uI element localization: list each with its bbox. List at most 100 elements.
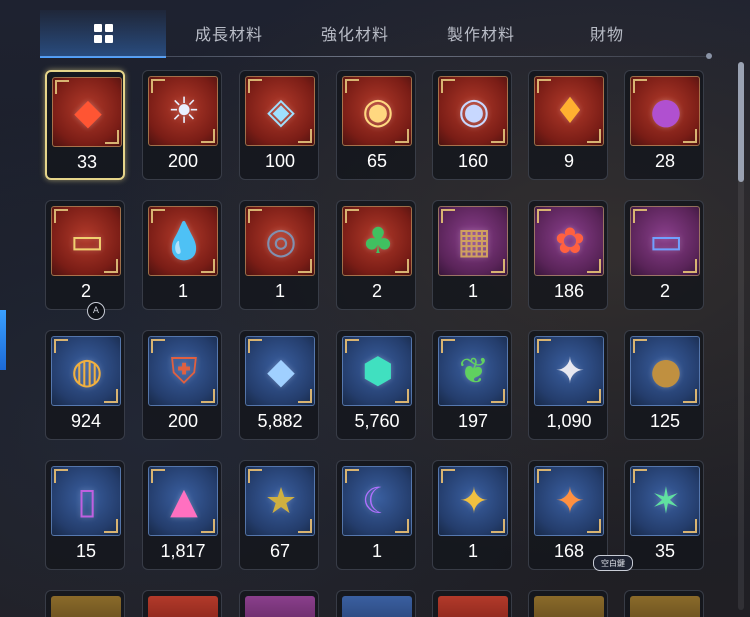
item-quantity: 28: [654, 151, 676, 171]
item-quantity: 200: [167, 151, 199, 171]
orange-star-pendant-icon: ✦: [554, 481, 586, 522]
item-slot[interactable]: ◎ 1: [239, 200, 319, 310]
item-slot[interactable]: ● 125: [624, 330, 704, 440]
item-slot[interactable]: ♦ 9: [528, 70, 608, 180]
item-slot[interactable]: ⬢ 5,760: [336, 330, 416, 440]
item-slot[interactable]: ❦ 197: [432, 330, 512, 440]
tab-end-dot: [706, 53, 712, 59]
item-frame: ✦: [534, 336, 604, 406]
item-slot[interactable]: 💧 1: [142, 200, 222, 310]
item-slot[interactable]: ◍ 924: [45, 330, 125, 440]
scroll-thumb[interactable]: [738, 62, 744, 182]
tab-treasure[interactable]: 財物: [544, 10, 670, 56]
inventory-screen: 成長材料 強化材料 製作材料 財物 ◆ 33 ☀ 200 ◈ 100 ◉ 65 ◉ 160 ♦ 9 ● 2…: [0, 0, 750, 617]
item-frame: ◉: [438, 76, 508, 146]
item-slot[interactable]: ● 28: [624, 70, 704, 180]
item-quantity: 1: [467, 281, 478, 301]
item-frame: ☀: [148, 76, 218, 146]
gold-star-pendant-icon: ✦: [458, 481, 490, 522]
item-frame: ▦: [438, 206, 508, 276]
item-slot[interactable]: ◆ 5,882: [239, 330, 319, 440]
item-slot[interactable]: ▭ 2: [45, 200, 125, 310]
silver-star-coin-icon: ✦: [554, 351, 586, 392]
purple-card-icon: ▯: [77, 481, 97, 522]
blue-crystal-icon: ◆: [267, 351, 295, 392]
item-quantity: 5,882: [257, 411, 303, 431]
item-slot[interactable]: ◉ 160: [432, 70, 512, 180]
item-slot[interactable]: ◉ 65: [336, 70, 416, 180]
scrollbar[interactable]: [738, 62, 744, 610]
blue-pendant-icon: 💧: [161, 221, 207, 262]
item-quantity: 2: [371, 281, 382, 301]
eye-emblem-silver-icon: ◉: [458, 91, 490, 132]
tab-underline: [40, 56, 708, 57]
item-slot[interactable]: ✦ 1,090: [528, 330, 608, 440]
heraldic-badge-icon: ⛨: [170, 351, 198, 392]
item-slot[interactable]: ▯ 15: [45, 460, 125, 570]
blue-ticket-icon: ▭: [648, 221, 683, 262]
item-quantity: 1: [371, 541, 382, 561]
item-slot[interactable]: ★ 67: [239, 460, 319, 570]
item-slot[interactable]: ⛨ 200: [142, 330, 222, 440]
partial-item-4-icon: [342, 596, 412, 617]
tab-growth-materials[interactable]: 成長材料: [166, 10, 292, 56]
item-slot[interactable]: ☾ 1: [336, 460, 416, 570]
sun-medallion-icon: ☀: [167, 91, 201, 132]
item-slot-partial[interactable]: [624, 590, 704, 617]
tab-craft-materials[interactable]: 製作材料: [418, 10, 544, 56]
item-quantity: 197: [457, 411, 489, 431]
green-leaf-icon: ❦: [458, 351, 490, 392]
item-frame: ★: [245, 466, 315, 536]
item-slot-partial[interactable]: [336, 590, 416, 617]
item-frame: ◈: [245, 76, 315, 146]
gold-ticket-icon: ▭: [69, 221, 104, 262]
item-slot[interactable]: ◈ 100: [239, 70, 319, 180]
item-slot-partial[interactable]: [45, 590, 125, 617]
item-slot[interactable]: ▦ 1: [432, 200, 512, 310]
a-button-hint: A: [87, 302, 105, 320]
item-frame: ▭: [630, 206, 700, 276]
partial-item-5-icon: [438, 596, 508, 617]
eye-emblem-gold-icon: ◉: [362, 91, 394, 132]
partial-item-7-icon: [630, 596, 700, 617]
item-slot[interactable]: ✶ 35: [624, 460, 704, 570]
item-frame: ☾: [342, 466, 412, 536]
item-quantity: 35: [654, 541, 676, 561]
item-slot-partial[interactable]: [239, 590, 319, 617]
flower-ring-icon: ✿: [554, 221, 586, 262]
dark-ring-pendant-icon: ◎: [265, 221, 297, 262]
item-frame: ❦: [438, 336, 508, 406]
item-slot[interactable]: ✦ 1: [432, 460, 512, 570]
gold-coins-icon: ◍: [71, 351, 103, 392]
item-slot[interactable]: ✿ 186: [528, 200, 608, 310]
item-frame: ✿: [534, 206, 604, 276]
item-frame: ●: [630, 336, 700, 406]
item-frame: ▭: [51, 206, 121, 276]
item-quantity: 1,090: [546, 411, 592, 431]
category-tab-bar: 成長材料 強化材料 製作材料 財物: [0, 0, 750, 60]
item-slot-partial[interactable]: [432, 590, 512, 617]
item-quantity: 1: [467, 541, 478, 561]
partial-item-2-icon: [148, 596, 218, 617]
tab-all[interactable]: [40, 10, 166, 58]
item-slot-partial[interactable]: [142, 590, 222, 617]
item-slot[interactable]: ♣ 2: [336, 200, 416, 310]
side-indicator: [0, 310, 6, 370]
tab-enhance-materials[interactable]: 強化材料: [292, 10, 418, 56]
item-quantity: 33: [76, 152, 98, 172]
pink-crystal-pile-icon: ▲: [170, 481, 198, 522]
item-quantity: 1: [274, 281, 285, 301]
item-slot[interactable]: ✦ 168: [528, 460, 608, 570]
green-star-pendant-icon: ✶: [650, 481, 682, 522]
item-slot[interactable]: ▭ 2: [624, 200, 704, 310]
item-slot[interactable]: ☀ 200: [142, 70, 222, 180]
item-quantity: 67: [269, 541, 291, 561]
item-frame: ⬢: [342, 336, 412, 406]
item-quantity: 2: [80, 281, 91, 301]
item-slot-partial[interactable]: [528, 590, 608, 617]
item-quantity: 100: [264, 151, 296, 171]
item-slot[interactable]: ◆ 33: [45, 70, 125, 180]
item-frame: ▲: [148, 466, 218, 536]
item-slot[interactable]: ▲ 1,817: [142, 460, 222, 570]
item-quantity: 200: [167, 411, 199, 431]
